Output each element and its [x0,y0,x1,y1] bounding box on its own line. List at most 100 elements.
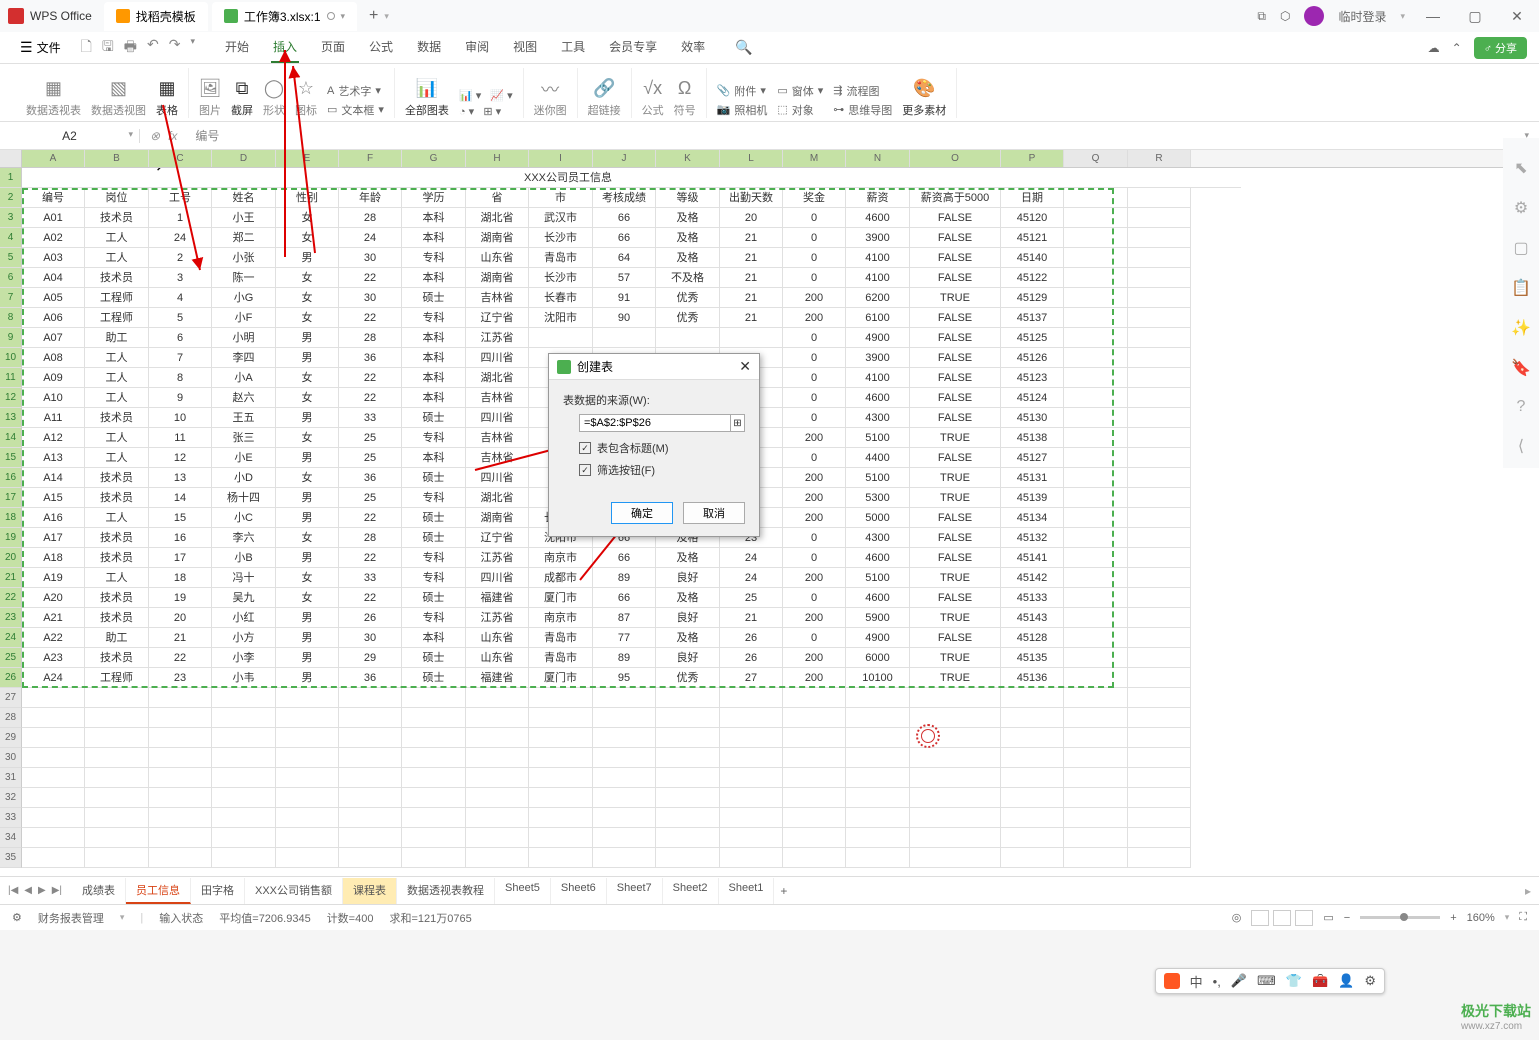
data-cell[interactable]: 22 [339,308,402,328]
row-header[interactable]: 6 [0,268,22,288]
data-cell[interactable]: A02 [22,228,85,248]
data-cell[interactable] [1128,708,1191,728]
ime-settings-icon[interactable]: ⚙ [1364,973,1376,989]
template-tab[interactable]: 找稻壳模板 [104,2,208,31]
new-file-icon[interactable]: 🗋 [81,36,92,60]
data-cell[interactable] [149,808,212,828]
data-cell[interactable]: 小D [212,468,276,488]
data-cell[interactable] [1064,408,1128,428]
data-cell[interactable]: 王五 [212,408,276,428]
data-cell[interactable]: 33 [339,568,402,588]
data-cell[interactable] [593,328,656,348]
data-cell[interactable]: 66 [593,588,656,608]
data-cell[interactable]: 22 [339,548,402,568]
data-cell[interactable] [212,828,276,848]
data-cell[interactable]: 21 [720,308,783,328]
layers-tool-icon[interactable]: ▢ [1513,238,1528,258]
menu-tab-视图[interactable]: 视图 [511,32,539,63]
data-cell[interactable]: A10 [22,388,85,408]
data-cell[interactable]: 0 [783,328,846,348]
data-cell[interactable]: 66 [593,548,656,568]
data-cell[interactable] [1064,528,1128,548]
data-cell[interactable] [339,788,402,808]
row-header[interactable]: 19 [0,528,22,548]
data-cell[interactable]: 山东省 [466,248,529,268]
data-cell[interactable] [1001,788,1064,808]
row-header[interactable]: 14 [0,428,22,448]
source-range-input[interactable] [579,414,731,432]
column-header-L[interactable]: L [720,150,783,167]
data-cell[interactable] [1128,348,1191,368]
data-cell[interactable]: 工人 [85,368,149,388]
row-header[interactable]: 4 [0,228,22,248]
data-cell[interactable]: 77 [593,628,656,648]
data-cell[interactable]: 21 [720,268,783,288]
row-header[interactable]: 32 [0,788,22,808]
data-cell[interactable] [1064,768,1128,788]
row-header[interactable]: 24 [0,628,22,648]
data-cell[interactable]: 66 [593,228,656,248]
data-cell[interactable]: 厦门市 [529,668,593,688]
data-cell[interactable]: 11 [149,428,212,448]
data-cell[interactable]: 良好 [656,648,720,668]
data-cell[interactable]: 小方 [212,628,276,648]
data-cell[interactable]: 女 [276,388,339,408]
data-cell[interactable]: 硕士 [402,288,466,308]
screenshot-button[interactable]: ⧉截屏 [231,78,253,118]
data-cell[interactable]: A13 [22,448,85,468]
data-cell[interactable] [402,848,466,868]
fx-icon[interactable]: fx [168,129,177,143]
data-cell[interactable] [1064,228,1128,248]
data-cell[interactable]: 4100 [846,268,910,288]
data-cell[interactable]: 64 [593,248,656,268]
table-button[interactable]: ▦表格 [156,78,178,118]
data-cell[interactable] [466,768,529,788]
next-sheet-icon[interactable]: ▶ [38,885,46,896]
data-cell[interactable]: 5100 [846,428,910,448]
data-cell[interactable]: FALSE [910,368,1001,388]
data-cell[interactable]: 87 [593,608,656,628]
data-cell[interactable]: 22 [149,648,212,668]
data-cell[interactable]: 小张 [212,248,276,268]
data-cell[interactable] [656,788,720,808]
data-cell[interactable]: 24 [339,228,402,248]
page-view-button[interactable] [1273,910,1291,926]
data-cell[interactable]: 0 [783,528,846,548]
data-cell[interactable] [1064,788,1128,808]
data-cell[interactable]: A03 [22,248,85,268]
data-cell[interactable] [212,728,276,748]
data-cell[interactable] [1064,628,1128,648]
data-cell[interactable]: 0 [783,368,846,388]
data-cell[interactable]: TRUE [910,488,1001,508]
zoom-level[interactable]: 160% [1467,912,1495,924]
data-cell[interactable]: FALSE [910,408,1001,428]
data-cell[interactable]: 0 [783,448,846,468]
data-cell[interactable] [1128,228,1191,248]
data-cell[interactable]: 助工 [85,628,149,648]
data-cell[interactable]: 女 [276,208,339,228]
form-button[interactable]: ▭窗体 ▾ [777,83,823,99]
ime-skin-icon[interactable]: 👕 [1286,973,1302,989]
column-header-D[interactable]: D [212,150,276,167]
help-tool-icon[interactable]: ? [1517,398,1526,416]
data-cell[interactable]: 福建省 [466,588,529,608]
data-cell[interactable] [339,748,402,768]
data-cell[interactable]: A20 [22,588,85,608]
data-cell[interactable]: 优秀 [656,308,720,328]
data-cell[interactable]: 男 [276,448,339,468]
data-cell[interactable]: 45133 [1001,588,1064,608]
data-cell[interactable] [1064,268,1128,288]
header-cell[interactable]: 工号 [149,188,212,208]
data-cell[interactable] [593,728,656,748]
report-mgmt-icon[interactable]: ⚙ [12,911,22,924]
data-cell[interactable]: 张三 [212,428,276,448]
data-cell[interactable]: A09 [22,368,85,388]
menu-tab-公式[interactable]: 公式 [367,32,395,63]
settings-tool-icon[interactable]: ⚙ [1514,198,1528,218]
data-cell[interactable] [1064,368,1128,388]
data-cell[interactable] [1001,708,1064,728]
data-cell[interactable] [910,748,1001,768]
data-cell[interactable]: 技术员 [85,608,149,628]
data-cell[interactable]: 21 [720,608,783,628]
header-cell[interactable]: 学历 [402,188,466,208]
